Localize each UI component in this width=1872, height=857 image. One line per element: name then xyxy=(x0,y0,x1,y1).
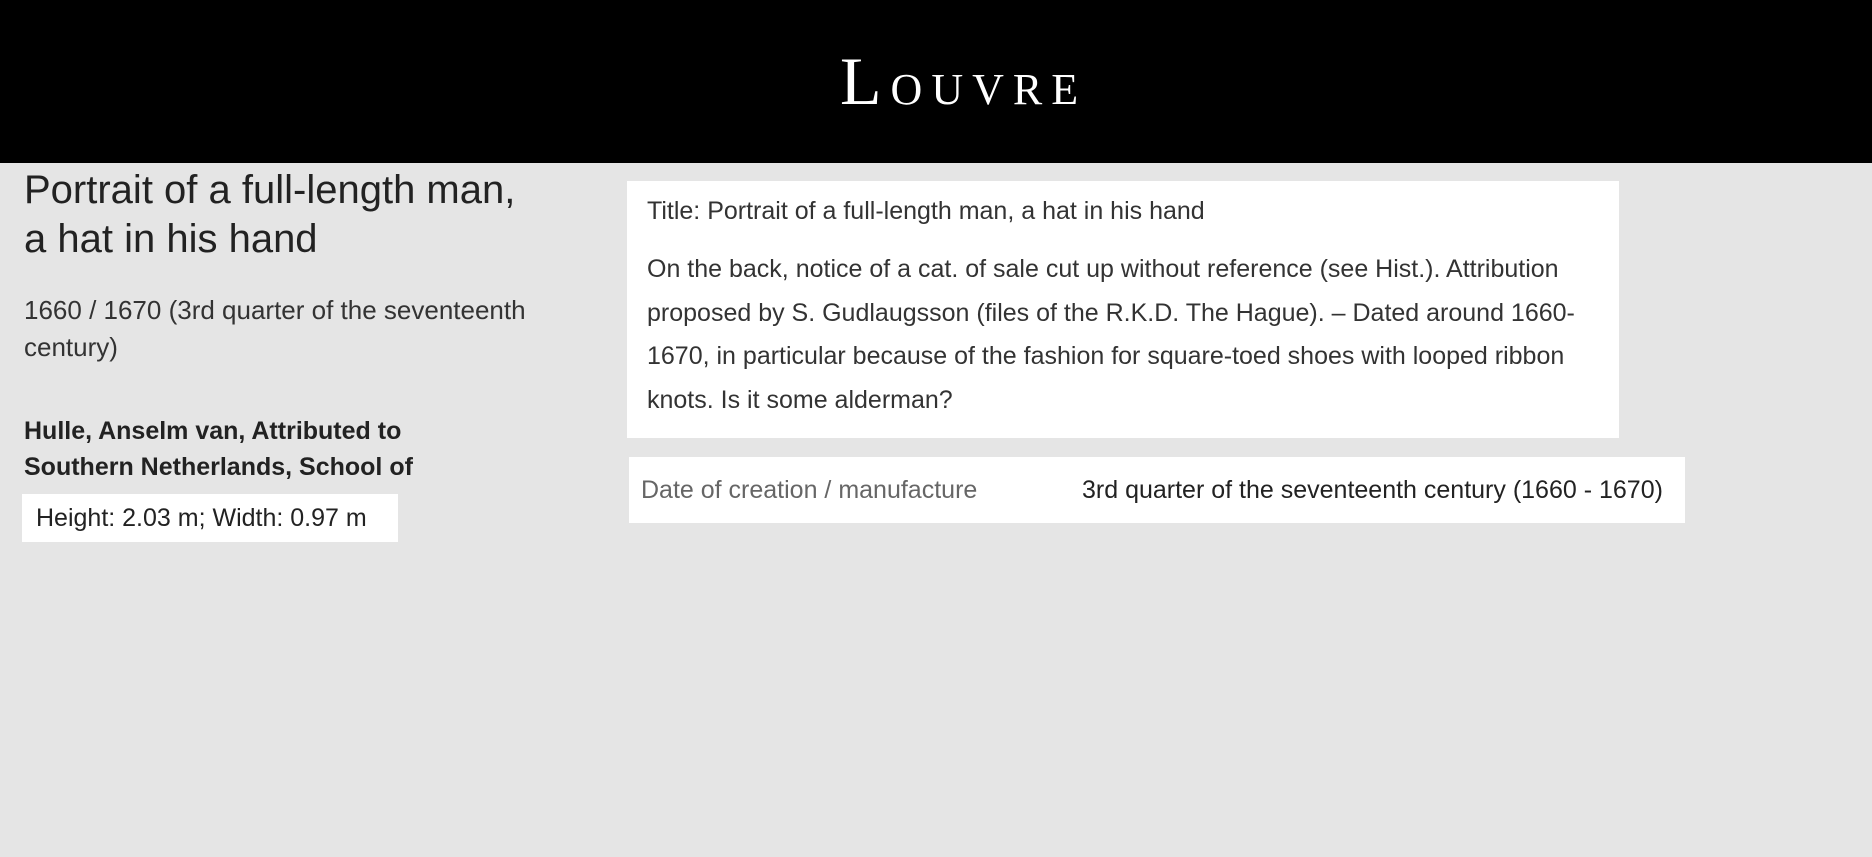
artwork-summary: Portrait of a full-length man, a hat in … xyxy=(22,166,544,542)
artwork-title: Portrait of a full-length man, a hat in … xyxy=(24,168,516,261)
dimensions-box: Height: 2.03 m; Width: 0.97 m xyxy=(22,494,398,542)
school-line[interactable]: Southern Netherlands, School of xyxy=(24,449,534,485)
artist-attribution: Hulle, Anselm van, Attributed to Souther… xyxy=(24,413,534,485)
date-of-creation-value: 3rd quarter of the seventeenth century (… xyxy=(1082,475,1663,504)
logo-rest: OUVRE xyxy=(890,65,1088,114)
description-card: Title: Portrait of a full-length man, a … xyxy=(627,181,1619,438)
date-of-creation-row: Date of creation / manufacture 3rd quart… xyxy=(629,457,1685,523)
site-header: LOUVRE xyxy=(0,0,1872,163)
logo-initial: L xyxy=(840,43,891,119)
description-text: On the back, notice of a cat. of sale cu… xyxy=(647,255,1575,414)
louvre-logo[interactable]: LOUVRE xyxy=(840,36,1110,119)
description-title: Title: Portrait of a full-length man, a … xyxy=(647,197,1205,225)
artist-line[interactable]: Hulle, Anselm van, Attributed to xyxy=(24,413,534,449)
date-of-creation-label: Date of creation / manufacture xyxy=(641,475,978,504)
artwork-dating: 1660 / 1670 (3rd quarter of the seventee… xyxy=(24,295,526,362)
